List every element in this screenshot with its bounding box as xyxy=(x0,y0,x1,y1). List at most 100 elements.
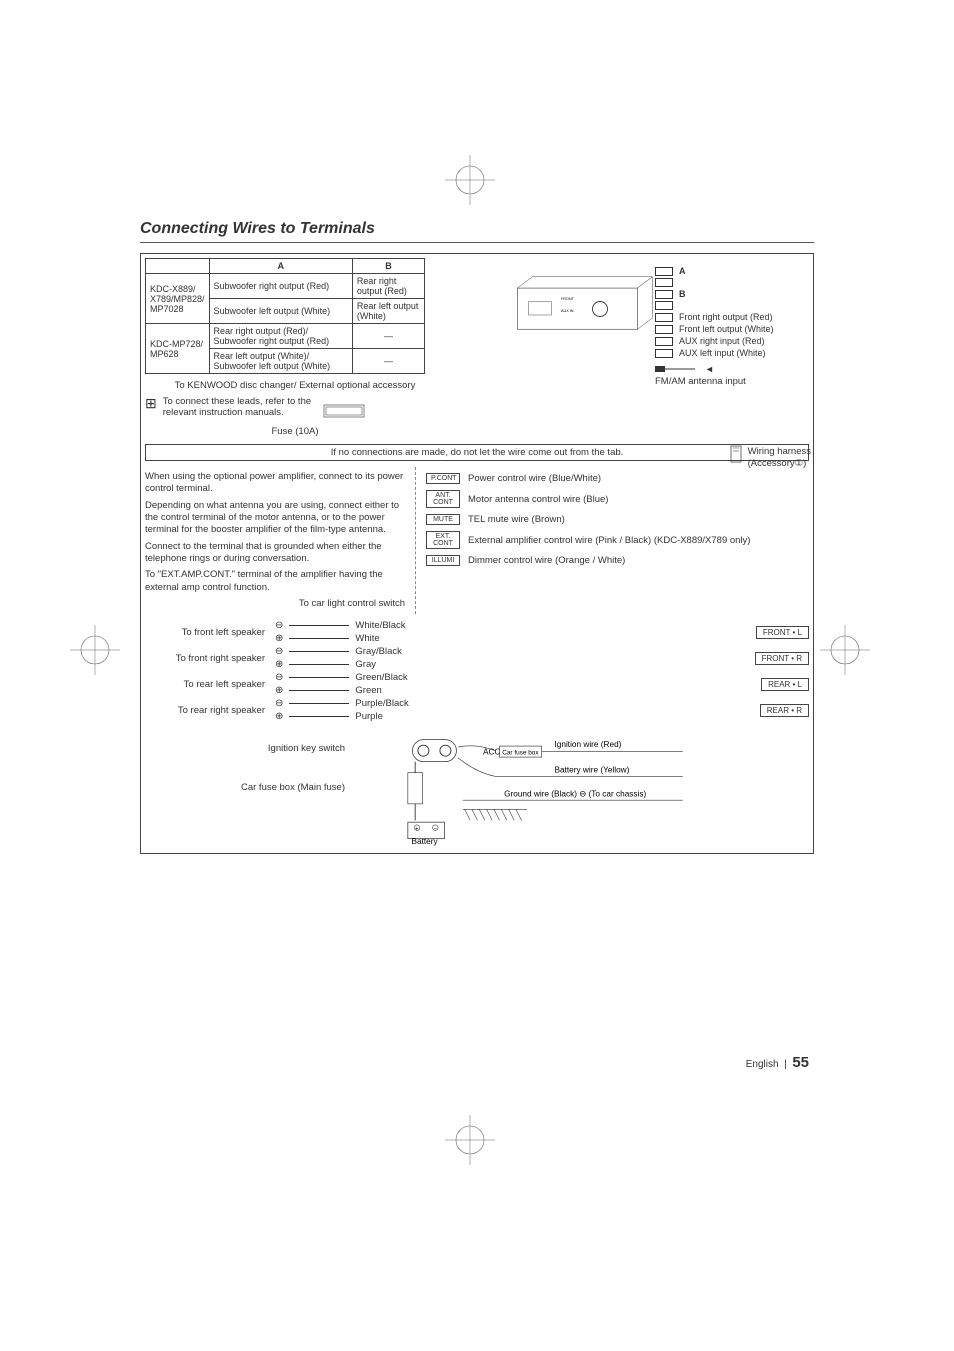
svg-text:AUX IN: AUX IN xyxy=(561,309,574,313)
fuse-label: Fuse (10A) xyxy=(145,426,445,437)
polarity-neg-icon: ⊖ xyxy=(275,698,283,709)
no-connections-warning: If no connections are made, do not let t… xyxy=(145,444,809,461)
wire-color: Purple xyxy=(355,711,382,722)
polarity-pos-icon: ⊕ xyxy=(275,685,283,696)
ext-amp-note: To "EXT.AMP.CONT." terminal of the ampli… xyxy=(145,569,405,594)
rca-icon xyxy=(655,325,673,334)
rca-icon xyxy=(655,301,673,310)
svg-text:Car fuse box: Car fuse box xyxy=(502,750,539,757)
tel-mute-note: Connect to the terminal that is grounded… xyxy=(145,541,405,566)
wire-color: Green xyxy=(355,685,381,696)
rca-icon xyxy=(655,337,673,346)
model-cell: KDC-X889/ X789/MP828/ MP7028 xyxy=(146,274,210,324)
mute-tag: MUTE xyxy=(426,514,460,525)
power-amp-note: When using the optional power amplifier,… xyxy=(145,471,405,496)
footer-lang: English xyxy=(746,1059,779,1070)
svg-text:FRONT: FRONT xyxy=(561,297,575,301)
cell: Rear right output (Red) xyxy=(352,274,424,299)
wire-color: Purple/Black xyxy=(355,698,408,709)
illumi-label: Dimmer control wire (Orange / White) xyxy=(468,555,809,566)
aux-right-label: AUX right input (Red) xyxy=(679,336,765,346)
polarity-pos-icon: ⊕ xyxy=(275,711,283,722)
page-title: Connecting Wires to Terminals xyxy=(140,220,814,243)
svg-text:ACC: ACC xyxy=(483,748,500,757)
svg-text:Battery: Battery xyxy=(412,838,439,847)
polarity-neg-icon: ⊖ xyxy=(275,672,283,683)
front-left-label: Front left output (White) xyxy=(679,324,774,334)
pcont-label: Power control wire (Blue/White) xyxy=(468,473,809,484)
aux-left-label: AUX left input (White) xyxy=(679,348,766,358)
speaker-dest: To rear left speaker xyxy=(145,679,265,690)
col-b-header: B xyxy=(352,259,424,274)
ignition-key-label: Ignition key switch xyxy=(145,743,345,754)
harness-accessory-label: (Accessory①) xyxy=(748,458,811,469)
page-footer: English | 55 xyxy=(746,1054,809,1071)
rca-icon xyxy=(655,267,673,276)
rca-icon xyxy=(655,313,673,322)
pcont-tag: P.CONT xyxy=(426,473,460,484)
rca-icon xyxy=(655,290,673,299)
polarity-pos-icon: ⊕ xyxy=(275,659,283,670)
cell: Rear left output (White)/ Subwoofer left… xyxy=(209,349,352,374)
antcont-tag: ANT. CONT xyxy=(426,490,460,508)
svg-text:−: − xyxy=(434,827,437,833)
ignition-diagram-icon: ACC Car fuse box Ignition wire (Red) Bat… xyxy=(355,736,809,846)
svg-text:Ignition wire (Red): Ignition wire (Red) xyxy=(555,740,622,749)
polarity-neg-icon: ⊖ xyxy=(275,646,283,657)
connector-icon: ⊞ xyxy=(145,395,157,412)
output-b-label: B xyxy=(679,289,686,299)
antenna-note: Depending on what antenna you are using,… xyxy=(145,500,405,537)
svg-text:Battery wire (Yellow): Battery wire (Yellow) xyxy=(555,766,630,775)
page-number: 55 xyxy=(792,1054,809,1071)
speaker-row: To rear right speaker ⊖ Purple/Black ⊕ P… xyxy=(145,698,809,722)
illumi-tag: ILLUMI xyxy=(426,555,460,566)
speaker-dest: To rear right speaker xyxy=(145,705,265,716)
speaker-row: To front left speaker ⊖ White/Black ⊕ Wh… xyxy=(145,620,809,644)
speaker-row: To front right speaker ⊖ Gray/Black ⊕ Gr… xyxy=(145,646,809,670)
antcont-label: Motor antenna control wire (Blue) xyxy=(468,494,809,505)
cell: Subwoofer right output (Red) xyxy=(209,274,352,299)
svg-text:Ground wire (Black) ⊖ (To car: Ground wire (Black) ⊖ (To car chassis) xyxy=(504,790,646,799)
speaker-tag: REAR • L xyxy=(761,678,809,691)
harness-label: Wiring harness xyxy=(748,446,811,457)
front-right-label: Front right output (Red) xyxy=(679,312,773,322)
speaker-dest: To front right speaker xyxy=(145,653,265,664)
model-cell: KDC-MP728/ MP628 xyxy=(146,324,210,374)
col-a-header: A xyxy=(209,259,352,274)
connector-port-icon xyxy=(319,395,379,425)
footer-sep: | xyxy=(784,1059,787,1070)
wire-color: Green/Black xyxy=(355,672,407,683)
speaker-tag: FRONT • L xyxy=(756,626,809,639)
speaker-dest: To front left speaker xyxy=(145,627,265,638)
wire-color: White/Black xyxy=(355,620,405,631)
antenna-plug-icon xyxy=(655,364,695,374)
wire-color: Gray/Black xyxy=(355,646,401,657)
wire-color: White xyxy=(355,633,379,644)
main-fusebox-label: Car fuse box (Main fuse) xyxy=(145,782,345,793)
mute-label: TEL mute wire (Brown) xyxy=(468,514,809,525)
cell: — xyxy=(352,324,424,349)
cell: Rear right output (Red)/ Subwoofer right… xyxy=(209,324,352,349)
svg-text:+: + xyxy=(415,827,418,833)
car-light-note: To car light control switch xyxy=(145,598,405,610)
fm-am-label: FM/AM antenna input xyxy=(655,376,855,387)
cell: Rear left output (White) xyxy=(352,299,424,324)
output-a-label: A xyxy=(679,266,686,276)
polarity-neg-icon: ⊖ xyxy=(275,620,283,631)
rca-icon xyxy=(655,349,673,358)
extcont-tag: EXT. CONT xyxy=(426,531,460,549)
cell: Subwoofer left output (White) xyxy=(209,299,352,324)
wiring-diagram-panel: A B KDC-X889/ X789/MP828/ MP7028 Subwoof… xyxy=(140,253,814,854)
wire-color: Gray xyxy=(355,659,376,670)
extcont-label: External amplifier control wire (Pink / … xyxy=(468,535,809,546)
cell: — xyxy=(352,349,424,374)
speaker-row: To rear left speaker ⊖ Green/Black ⊕ Gre… xyxy=(145,672,809,696)
polarity-pos-icon: ⊕ xyxy=(275,633,283,644)
harness-connector-icon xyxy=(730,445,744,465)
rca-icon xyxy=(655,278,673,287)
speaker-tag: REAR • R xyxy=(760,704,809,717)
output-table: A B KDC-X889/ X789/MP828/ MP7028 Subwoof… xyxy=(145,258,425,374)
connect-leads-note: To connect these leads, refer to the rel… xyxy=(163,396,313,418)
speaker-tag: FRONT • R xyxy=(755,652,809,665)
disc-changer-note: To KENWOOD disc changer/ External option… xyxy=(145,380,445,391)
